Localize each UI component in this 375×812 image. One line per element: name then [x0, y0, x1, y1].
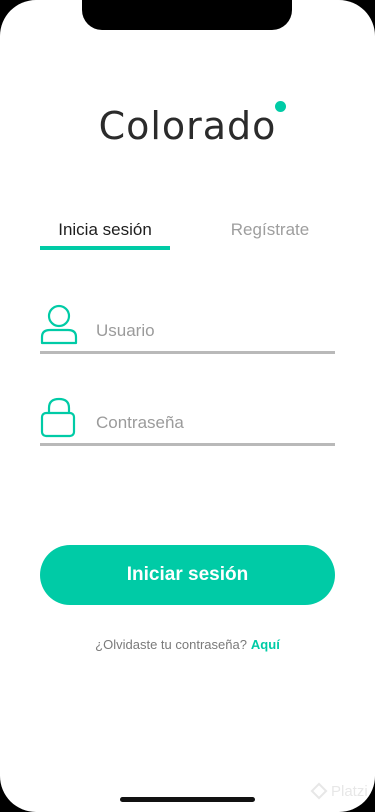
user-icon — [40, 304, 78, 346]
platzi-watermark: Platzi — [309, 782, 375, 803]
login-button[interactable]: Iniciar sesión — [40, 545, 335, 605]
username-input[interactable] — [96, 318, 326, 344]
password-field — [40, 396, 335, 446]
forgot-password-row: ¿Olvidaste tu contraseña? Aquí — [0, 637, 375, 652]
tab-login[interactable]: Inicia sesión — [40, 220, 170, 240]
platzi-logo-icon — [310, 782, 328, 800]
password-input[interactable] — [96, 410, 326, 436]
watermark-text: Platzi — [331, 783, 368, 800]
logo-dot — [275, 101, 286, 112]
password-underline — [40, 443, 335, 446]
forgot-password-text: ¿Olvidaste tu contraseña? — [95, 637, 247, 652]
app-logo: Colorado — [98, 104, 277, 148]
home-indicator[interactable] — [120, 797, 255, 802]
phone-screen: Colorado Inicia sesión Regístrate Inicia… — [0, 0, 375, 812]
lock-icon — [40, 396, 78, 438]
tab-register[interactable]: Regístrate — [205, 220, 335, 240]
active-tab-indicator — [40, 246, 170, 250]
forgot-password-link[interactable]: Aquí — [251, 637, 280, 652]
username-field — [40, 304, 335, 354]
username-underline — [40, 351, 335, 354]
device-notch — [82, 0, 292, 30]
